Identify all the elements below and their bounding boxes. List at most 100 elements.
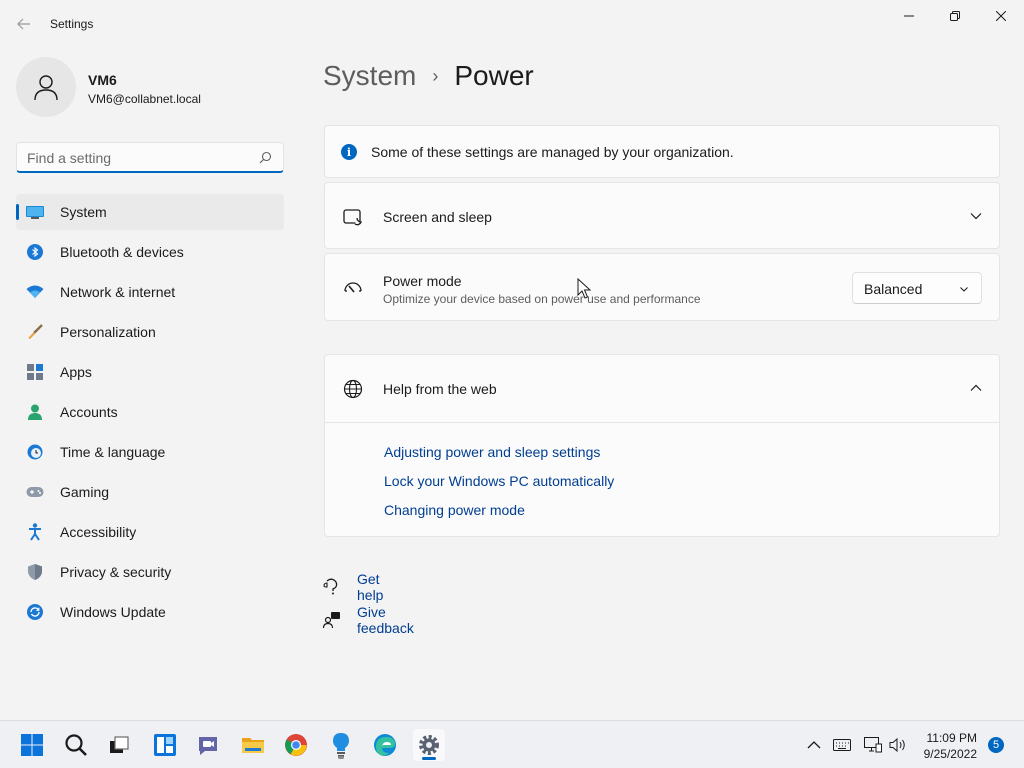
sidebar-item-label: System xyxy=(60,204,107,220)
clock-date: 9/25/2022 xyxy=(923,747,977,761)
help-from-web-card: Help from the web Adjusting power and sl… xyxy=(324,354,1000,537)
keyboard-icon xyxy=(833,739,851,751)
sidebar-item-system[interactable]: System xyxy=(16,194,284,230)
chevron-down-icon xyxy=(960,287,968,292)
give-feedback-icon xyxy=(323,611,340,628)
search-icon[interactable] xyxy=(257,150,273,166)
power-mode-dropdown[interactable]: Balanced xyxy=(852,272,982,304)
screen-sleep-icon xyxy=(343,209,362,226)
shield-icon xyxy=(26,563,44,581)
breadcrumb-separator: › xyxy=(432,65,439,86)
restore-button[interactable] xyxy=(932,0,978,32)
get-help-label: Get help xyxy=(357,570,384,603)
taskbar-search-button[interactable] xyxy=(60,729,92,761)
file-explorer-button[interactable] xyxy=(237,729,269,761)
sidebar-item-label: Gaming xyxy=(60,484,110,500)
breadcrumb-parent[interactable]: System xyxy=(323,60,416,92)
sidebar-item-apps[interactable]: Apps xyxy=(16,354,284,390)
network-icon xyxy=(864,737,882,753)
person-icon xyxy=(34,75,58,101)
chevron-up-icon[interactable] xyxy=(969,381,983,395)
breadcrumb: System › Power xyxy=(323,58,534,94)
page-title: Power xyxy=(454,60,534,91)
sidebar-item-label: Privacy & security xyxy=(60,564,172,580)
app-title: Settings xyxy=(50,17,94,31)
power-mode-description: Optimize your device based on power use … xyxy=(383,292,701,306)
windows-logo-icon xyxy=(21,734,43,756)
sidebar-item-label: Time & language xyxy=(60,444,166,460)
search-box[interactable] xyxy=(16,142,284,173)
sidebar-item-gaming[interactable]: Gaming xyxy=(16,474,284,510)
system-icon xyxy=(26,203,44,221)
sidebar-item-privacy-security[interactable]: Privacy & security xyxy=(16,554,284,590)
sidebar-item-label: Windows Update xyxy=(60,604,166,620)
running-indicator xyxy=(338,756,344,759)
taskbar: 11:09 PM 9/25/2022 5 xyxy=(0,720,1024,768)
chevron-up-icon xyxy=(807,741,821,749)
search-input[interactable] xyxy=(27,149,252,167)
power-mode-gauge-icon xyxy=(344,282,362,293)
close-icon xyxy=(996,11,1006,21)
user-email: VM6@collabnet.local xyxy=(88,92,201,106)
chrome-icon xyxy=(285,734,307,756)
settings-app-button[interactable] xyxy=(413,729,445,761)
wifi-icon xyxy=(26,283,44,301)
info-icon: i xyxy=(341,144,357,160)
back-button[interactable] xyxy=(10,12,38,36)
sidebar-item-windows-update[interactable]: Windows Update xyxy=(16,594,284,630)
help-from-web-header[interactable]: Help from the web xyxy=(325,355,999,423)
keyboard-input-button[interactable] xyxy=(833,736,851,754)
search-icon xyxy=(65,734,87,756)
teams-chat-button[interactable] xyxy=(192,729,224,761)
clock-time: 11:09 PM xyxy=(926,731,977,745)
sidebar-item-label: Personalization xyxy=(60,324,156,340)
power-mode-card: Power mode Optimize your device based on… xyxy=(324,253,1000,321)
volume-button[interactable] xyxy=(889,736,907,754)
screen-and-sleep-card[interactable]: Screen and sleep xyxy=(324,182,1000,249)
lightbulb-icon xyxy=(333,733,349,757)
close-button[interactable] xyxy=(978,0,1024,32)
power-mode-title: Power mode xyxy=(383,273,462,289)
sidebar-item-personalization[interactable]: Personalization xyxy=(16,314,284,350)
mouse-cursor-icon xyxy=(577,278,591,299)
edge-icon xyxy=(374,734,396,756)
minimize-button[interactable] xyxy=(886,0,932,32)
help-link-lock-pc[interactable]: Lock your Windows PC automatically xyxy=(384,472,614,501)
sidebar-nav: System Bluetooth & devices Network & int… xyxy=(16,194,284,634)
chrome-button[interactable] xyxy=(280,729,312,761)
user-profile[interactable]: VM6 VM6@collabnet.local xyxy=(16,57,286,119)
clock-globe-icon xyxy=(26,443,44,461)
sidebar-item-time-language[interactable]: Time & language xyxy=(16,434,284,470)
back-arrow-icon xyxy=(17,18,30,30)
screen-sleep-title: Screen and sleep xyxy=(383,209,492,225)
title-bar: Settings xyxy=(0,0,1024,48)
show-hidden-icons-button[interactable] xyxy=(805,736,823,754)
tips-app-button[interactable] xyxy=(325,729,357,761)
sidebar-item-network[interactable]: Network & internet xyxy=(16,274,284,310)
teams-chat-icon xyxy=(199,737,217,755)
brush-icon xyxy=(26,323,44,341)
network-status-button[interactable] xyxy=(864,736,882,754)
help-link-power-sleep[interactable]: Adjusting power and sleep settings xyxy=(384,443,614,472)
edge-button[interactable] xyxy=(369,729,401,761)
taskbar-clock[interactable]: 11:09 PM 9/25/2022 xyxy=(924,730,977,762)
chevron-down-icon[interactable] xyxy=(969,209,983,223)
sidebar-item-label: Apps xyxy=(60,364,92,380)
notification-badge[interactable]: 5 xyxy=(988,737,1004,753)
info-text: Some of these settings are managed by yo… xyxy=(371,144,734,160)
sidebar-item-bluetooth[interactable]: Bluetooth & devices xyxy=(16,234,284,270)
task-view-button[interactable] xyxy=(103,729,135,761)
sidebar-item-label: Accessibility xyxy=(60,524,137,540)
folder-icon xyxy=(242,738,264,753)
volume-icon xyxy=(889,737,905,753)
sidebar-item-accounts[interactable]: Accounts xyxy=(16,394,284,430)
start-button[interactable] xyxy=(16,729,48,761)
sidebar-item-label: Network & internet xyxy=(60,284,176,300)
apps-icon xyxy=(26,363,44,381)
globe-icon xyxy=(343,379,363,399)
widgets-button[interactable] xyxy=(149,729,181,761)
sidebar-item-accessibility[interactable]: Accessibility xyxy=(16,514,284,550)
minimize-icon xyxy=(904,15,914,17)
help-link-power-mode[interactable]: Changing power mode xyxy=(384,501,614,530)
widgets-icon xyxy=(154,734,176,756)
